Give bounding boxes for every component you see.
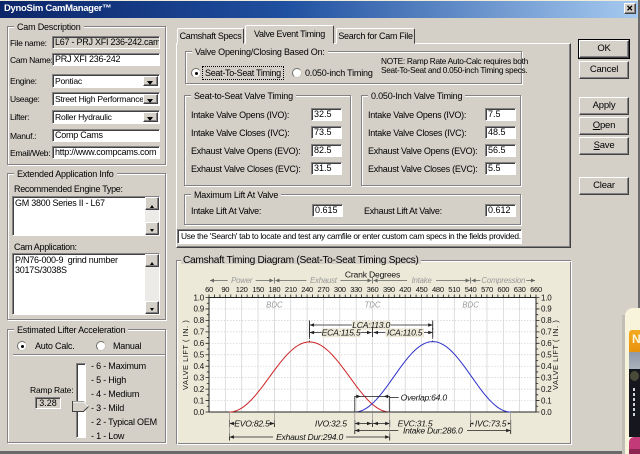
svg-text:BDC: BDC [462, 301, 479, 310]
svg-text:ECA:115.5: ECA:115.5 [322, 327, 361, 337]
svg-text:1.0: 1.0 [541, 293, 552, 302]
svg-text:390: 390 [383, 285, 395, 294]
svg-text:Intake Dur:286.0: Intake Dur:286.0 [403, 425, 463, 435]
svg-text:0.9: 0.9 [193, 305, 204, 314]
svg-text:600: 600 [497, 285, 509, 294]
svg-text:270: 270 [318, 285, 330, 294]
svg-text:Overlap:64.0: Overlap:64.0 [401, 392, 448, 402]
svg-text:90: 90 [221, 285, 229, 294]
svg-text:ICA:110.5: ICA:110.5 [387, 327, 423, 337]
svg-text:0.9: 0.9 [541, 305, 552, 314]
svg-text:Power: Power [231, 276, 253, 285]
svg-text:0.8: 0.8 [193, 316, 204, 325]
svg-text:570: 570 [481, 285, 493, 294]
svg-text:1.0: 1.0 [193, 293, 204, 302]
svg-text:Intake: Intake [412, 276, 433, 285]
svg-text:0.1: 0.1 [193, 396, 204, 405]
svg-text:EVO:82.5: EVO:82.5 [234, 418, 270, 428]
svg-text:120: 120 [236, 285, 248, 294]
svg-text:0.5: 0.5 [193, 351, 204, 360]
svg-text:60: 60 [205, 285, 213, 294]
svg-text:480: 480 [432, 285, 444, 294]
svg-text:0.7: 0.7 [193, 328, 204, 337]
svg-text:0.0: 0.0 [193, 408, 204, 417]
svg-text:360: 360 [367, 285, 379, 294]
svg-text:240: 240 [301, 285, 313, 294]
svg-text:Exhaust: Exhaust [310, 276, 338, 285]
svg-text:0.1: 0.1 [541, 396, 552, 405]
svg-text:Compression: Compression [481, 276, 525, 285]
svg-text:IVO:32.5: IVO:32.5 [315, 418, 347, 428]
svg-text:0.3: 0.3 [193, 373, 204, 382]
svg-text:Exhaust Dur:294.0: Exhaust Dur:294.0 [276, 432, 343, 442]
svg-text:300: 300 [334, 285, 346, 294]
svg-text:0.4: 0.4 [193, 362, 204, 371]
svg-text:BDC: BDC [266, 301, 283, 310]
svg-text:180: 180 [269, 285, 281, 294]
svg-text:VALVE LIFT ( IN. ): VALVE LIFT ( IN. ) [181, 320, 190, 390]
svg-text:450: 450 [416, 285, 428, 294]
svg-text:VALVE LIFT ( IN. ): VALVE LIFT ( IN. ) [551, 320, 560, 390]
svg-text:540: 540 [465, 285, 477, 294]
svg-text:510: 510 [448, 285, 460, 294]
svg-text:150: 150 [252, 285, 264, 294]
svg-text:330: 330 [350, 285, 362, 294]
svg-text:TDC: TDC [364, 301, 380, 310]
svg-text:Camshaft Timing Diagram (Seat-: Camshaft Timing Diagram (Seat-To-Seat Ti… [183, 255, 419, 266]
svg-text:0.6: 0.6 [193, 339, 204, 348]
svg-text:0.2: 0.2 [193, 385, 204, 394]
svg-text:IVC:73.5: IVC:73.5 [475, 418, 507, 428]
svg-text:420: 420 [399, 285, 411, 294]
svg-text:0.0: 0.0 [541, 408, 552, 417]
svg-text:210: 210 [285, 285, 297, 294]
svg-text:630: 630 [514, 285, 526, 294]
